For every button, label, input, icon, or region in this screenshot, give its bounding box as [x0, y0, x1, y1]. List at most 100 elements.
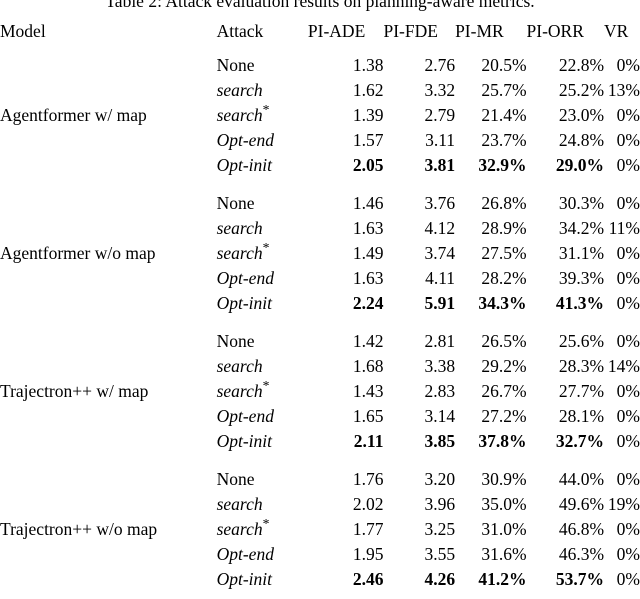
table-body: Model Attack PI-ADE PI-FDE PI-MR PI-ORR VR Agen…: [0, 11, 640, 599]
cell-vr: 0%: [616, 55, 640, 75]
attack-name: Opt-end: [216, 268, 274, 288]
cell-vr: 0%: [616, 519, 640, 539]
cell-pi-mr: 27.2%: [481, 406, 527, 426]
column-header-pi-ade: PI-ADE: [307, 20, 366, 41]
table-row: Trajectron++ w/ map None 1.42 2.81 26.5% 25.6…: [0, 329, 640, 401]
attack-name: None: [216, 55, 255, 75]
cell-pi-orr: 44.0%: [558, 469, 605, 489]
cell-pi-mr: 29.2%: [481, 356, 527, 376]
model-name: Agentformer w/ map: [0, 105, 147, 125]
cell-pi-ade: 1.57: [352, 130, 384, 150]
cell-pi-ade: 1.39: [352, 105, 384, 125]
cell-pi-fde: 3.55: [424, 544, 456, 564]
cell-vr: 0%: [616, 293, 640, 313]
cell-vr: 0%: [616, 381, 640, 401]
cell-pi-orr: 46.3%: [558, 544, 605, 564]
cell-vr: 0%: [616, 268, 640, 288]
cell-pi-mr: 31.0%: [481, 519, 527, 539]
cell-vr: 19%: [607, 494, 640, 514]
cell-pi-fde: 3.85: [424, 431, 456, 451]
cell-pi-orr: 28.1%: [558, 406, 605, 426]
cell-pi-fde: 4.12: [424, 218, 456, 238]
cell-pi-orr: 39.3%: [558, 268, 605, 288]
cell-vr: 0%: [616, 105, 640, 125]
asterisk-marker: *: [262, 516, 270, 532]
cell-pi-ade: 1.65: [352, 406, 384, 426]
cell-pi-fde: 5.91: [424, 293, 456, 313]
cell-vr: 0%: [616, 155, 640, 175]
column-header-pi-mr: PI-MR: [455, 20, 504, 41]
cell-pi-ade: 1.95: [352, 544, 384, 564]
cell-pi-ade: 1.63: [352, 268, 384, 288]
attack-name: search: [216, 218, 263, 238]
asterisk-marker: *: [262, 240, 270, 256]
cell-pi-fde: 2.81: [424, 331, 456, 351]
cell-pi-mr: 20.5%: [481, 55, 527, 75]
cell-pi-orr: 29.0%: [555, 155, 605, 175]
cell-pi-orr: 27.7%: [558, 381, 605, 401]
attack-name: None: [216, 193, 255, 213]
cell-pi-fde: 2.76: [424, 55, 456, 75]
attack-name: Opt-init: [216, 431, 273, 451]
attack-name: search: [216, 356, 263, 376]
cell-pi-fde: 4.11: [425, 268, 456, 288]
cell-pi-orr: 23.0%: [558, 105, 605, 125]
model-name: Agentformer w/o map: [0, 243, 156, 263]
column-header-vr: VR: [604, 20, 629, 41]
cell-pi-orr: 30.3%: [558, 193, 605, 213]
cell-pi-fde: 3.74: [424, 243, 456, 263]
cell-pi-mr: 35.0%: [481, 494, 527, 514]
cell-pi-mr: 23.7%: [481, 130, 527, 150]
cell-pi-ade: 1.49: [352, 243, 384, 263]
cell-pi-orr: 28.3%: [558, 356, 605, 376]
cell-pi-fde: 3.11: [425, 130, 456, 150]
table-row: Agentformer w/ map None 1.38 2.76 20.5% 22.8%…: [0, 53, 640, 125]
cell-pi-ade: 2.24: [352, 293, 384, 313]
cell-pi-orr: 24.8%: [558, 130, 605, 150]
attack-name: search*: [216, 378, 270, 401]
model-name: Trajectron++ w/o map: [0, 519, 158, 539]
attack-name: Opt-end: [216, 406, 274, 426]
cell-pi-orr: 46.8%: [558, 519, 605, 539]
attack-name: Opt-end: [216, 130, 274, 150]
cell-vr: 0%: [616, 331, 640, 351]
cell-vr: 0%: [616, 130, 640, 150]
cell-pi-mr: 28.2%: [481, 268, 527, 288]
cell-pi-fde: 3.76: [424, 193, 456, 213]
column-header-attack: Attack: [216, 20, 264, 41]
cell-vr: 0%: [616, 243, 640, 263]
cell-vr: 0%: [616, 193, 640, 213]
cell-pi-ade: 1.77: [352, 519, 384, 539]
cell-pi-fde: 2.79: [424, 105, 456, 125]
attack-name: Opt-init: [216, 293, 273, 313]
cell-pi-ade: 1.63: [352, 218, 384, 238]
cell-pi-mr: 32.9%: [478, 155, 527, 175]
cell-pi-ade: 1.43: [352, 381, 384, 401]
cell-pi-mr: 28.9%: [481, 218, 527, 238]
cell-pi-fde: 2.83: [424, 381, 456, 401]
table-row: Trajectron++ w/o map None 1.76 3.20 30.9% 44.…: [0, 467, 640, 539]
cell-pi-mr: 26.5%: [481, 331, 527, 351]
cell-pi-fde: 3.25: [424, 519, 456, 539]
cell-vr: 13%: [607, 80, 640, 100]
cell-pi-fde: 3.20: [424, 469, 456, 489]
cell-vr: 0%: [616, 469, 640, 489]
table-row: Agentformer w/o map None 1.46 3.76 26.8% 30.3…: [0, 191, 640, 263]
cell-pi-fde: 3.38: [424, 356, 456, 376]
attack-name: search: [216, 494, 263, 514]
asterisk-marker: *: [262, 102, 270, 118]
cell-vr: 0%: [616, 431, 640, 451]
table-caption: Table 2: Attack evaluation results on pl…: [105, 0, 535, 11]
cell-pi-mr: 30.9%: [481, 469, 527, 489]
cell-vr: 0%: [616, 544, 640, 564]
asterisk-marker: *: [262, 378, 270, 394]
cell-pi-mr: 37.8%: [478, 431, 527, 451]
model-name: Trajectron++ w/ map: [0, 381, 149, 401]
cell-pi-ade: 1.46: [352, 193, 384, 213]
cell-pi-ade: 1.76: [352, 469, 384, 489]
cell-pi-mr: 31.6%: [481, 544, 527, 564]
column-header-pi-fde: PI-FDE: [383, 20, 438, 41]
attack-name: search: [216, 80, 263, 100]
cell-pi-fde: 3.96: [424, 494, 456, 514]
cell-pi-orr: 41.3%: [555, 293, 605, 313]
